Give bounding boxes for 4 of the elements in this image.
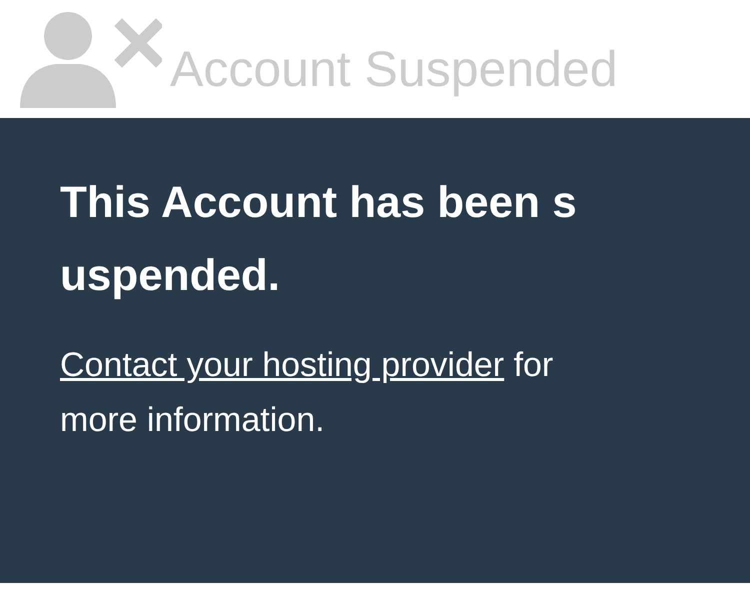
- contact-link[interactable]: Contact your hosting provider: [60, 346, 504, 384]
- info-text: Contact your hosting provider for more information.: [60, 345, 554, 441]
- suspension-heading: This Account has been suspended.: [60, 177, 578, 302]
- user-blocked-icon: [18, 10, 162, 108]
